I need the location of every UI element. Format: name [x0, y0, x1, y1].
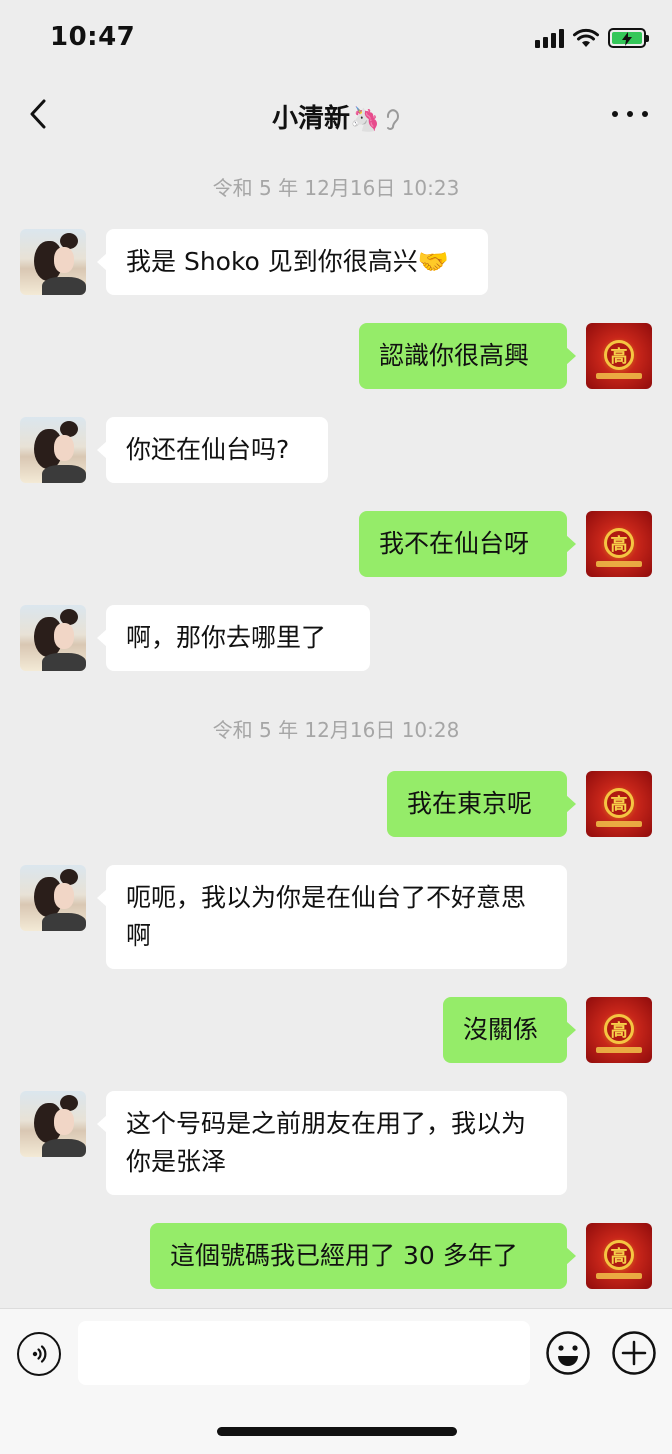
avatar-glyph: 高: [610, 1247, 628, 1267]
message-bubble-outgoing[interactable]: 我不在仙台呀: [359, 511, 576, 577]
message-bubble-incoming[interactable]: 这个号码是之前朋友在用了，我以为你是张泽: [97, 1091, 567, 1195]
status-icons: [535, 28, 649, 48]
voice-button[interactable]: [17, 1332, 61, 1376]
battery-charging-icon: [608, 28, 649, 48]
handshake-emoji: 🤝: [417, 247, 449, 276]
ear-icon: [386, 108, 399, 130]
avatar-glyph: 高: [610, 795, 628, 815]
message-bubble-incoming[interactable]: 你还在仙台吗?: [97, 417, 328, 483]
avatar-me[interactable]: 高: [586, 1223, 652, 1289]
message-bubble-incoming[interactable]: 呃呃，我以为你是在仙台了不好意思啊: [97, 865, 567, 969]
message-input[interactable]: [78, 1321, 530, 1385]
signal-icon: [535, 28, 564, 48]
chat-header: 小清新🦄: [0, 80, 672, 150]
avatar-me[interactable]: 高: [586, 323, 652, 389]
avatar-me[interactable]: 高: [586, 771, 652, 837]
message-text: 啊，那你去哪里了: [126, 623, 327, 652]
contact-name: 小清新: [272, 104, 351, 134]
message-bubble-outgoing[interactable]: 認識你很高興: [359, 323, 576, 389]
avatar-glyph: 高: [610, 535, 628, 555]
status-bar: 10:47: [0, 0, 672, 80]
message-bubble-incoming[interactable]: 啊，那你去哪里了: [97, 605, 370, 671]
more-button[interactable]: [612, 102, 648, 126]
voice-icon: [32, 1345, 47, 1363]
message-text: 我不在仙台呀: [379, 529, 530, 558]
timestamp: 令和 5 年 12月16日 10:23: [212, 176, 460, 200]
message-text: 沒關係: [463, 1015, 539, 1044]
message-text: 認識你很高興: [379, 341, 530, 370]
avatar-other[interactable]: [20, 417, 86, 483]
avatar-glyph: 高: [610, 1021, 628, 1041]
plus-button[interactable]: [611, 1330, 657, 1376]
plus-icon: [612, 1331, 656, 1375]
avatar-other[interactable]: [20, 865, 86, 931]
avatar-me[interactable]: 高: [586, 511, 652, 577]
emoji-button[interactable]: [545, 1330, 591, 1376]
home-indicator[interactable]: [217, 1427, 457, 1436]
wifi-icon: [573, 28, 599, 47]
page-title: 小清新🦄: [0, 98, 672, 135]
more-dot: [627, 111, 633, 117]
message-bubble-outgoing[interactable]: 我在東京呢: [387, 771, 576, 837]
message-bubble-incoming[interactable]: 我是 Shoko 见到你很高兴 🤝: [97, 229, 488, 295]
message-bubble-outgoing[interactable]: 這個號碼我已經用了 30 多年了: [150, 1223, 576, 1289]
avatar-other[interactable]: [20, 229, 86, 295]
timestamp: 令和 5 年 12月16日 10:28: [212, 718, 460, 742]
more-dot: [642, 111, 648, 117]
status-time: 10:47: [50, 22, 136, 52]
message-text: 这个号码是之前朋友在用了，我以为你是张泽: [126, 1109, 527, 1176]
emoji-icon: [546, 1331, 590, 1375]
avatar-other[interactable]: [20, 605, 86, 671]
avatar-me[interactable]: 高: [586, 997, 652, 1063]
more-dot: [612, 111, 618, 117]
message-text: 呃呃，我以为你是在仙台了不好意思啊: [126, 883, 527, 950]
avatar-other[interactable]: [20, 1091, 86, 1157]
unicorn-emoji: 🦄: [350, 105, 380, 133]
message-bubble-outgoing[interactable]: 沒關係: [443, 997, 576, 1063]
message-text: 我是 Shoko 见到你很高兴: [126, 247, 418, 276]
message-list[interactable]: 令和 5 年 12月16日 10:23 我是 Shoko 见到你很高兴 🤝 認識你…: [0, 150, 672, 1308]
message-text: 我在東京呢: [407, 789, 533, 818]
avatar-glyph: 高: [610, 347, 628, 367]
message-text: 你还在仙台吗?: [126, 435, 290, 464]
message-text: 這個號碼我已經用了 30 多年了: [170, 1241, 518, 1270]
